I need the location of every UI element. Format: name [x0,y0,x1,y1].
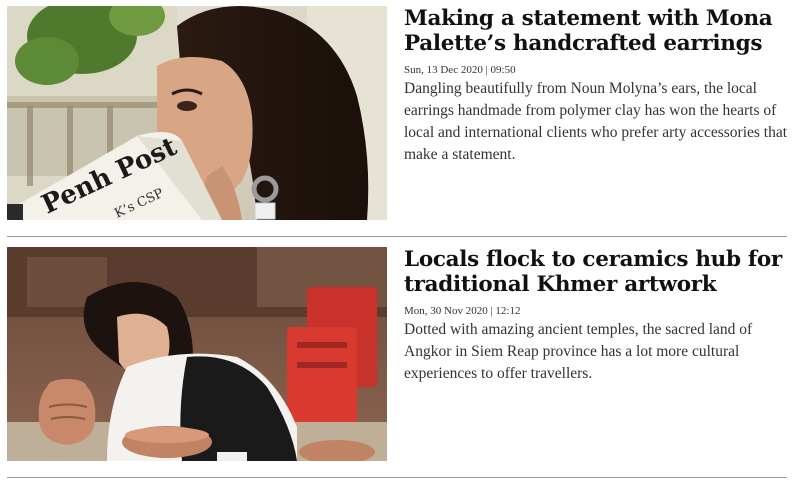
article-summary: Dotted with amazing ancient temples, the… [404,321,753,382]
article-headline-link[interactable]: Locals flock to ceramics hub for traditi… [404,247,789,297]
divider [7,477,787,478]
article-summary: Dangling beautifully from Noun Molyna’s … [404,80,788,163]
article-thumbnail[interactable]: Penh Post K’s CSP [7,6,387,220]
earrings-photo: Penh Post K’s CSP [7,6,387,220]
article-date: Mon, 30 Nov 2020 | 12:12 [404,305,521,317]
article-text: Making a statement with Mona Palette’s h… [404,6,789,166]
article-date: Sun, 13 Dec 2020 | 09:50 [404,64,516,76]
article-headline-link[interactable]: Making a statement with Mona Palette’s h… [404,6,789,56]
article-thumbnail[interactable] [7,247,387,461]
article-card: Penh Post K’s CSP Making a statement wit… [7,6,787,234]
ceramics-photo [7,247,387,461]
article-text: Locals flock to ceramics hub for traditi… [404,247,789,385]
article-card: Locals flock to ceramics hub for traditi… [7,247,787,475]
divider [7,236,787,237]
